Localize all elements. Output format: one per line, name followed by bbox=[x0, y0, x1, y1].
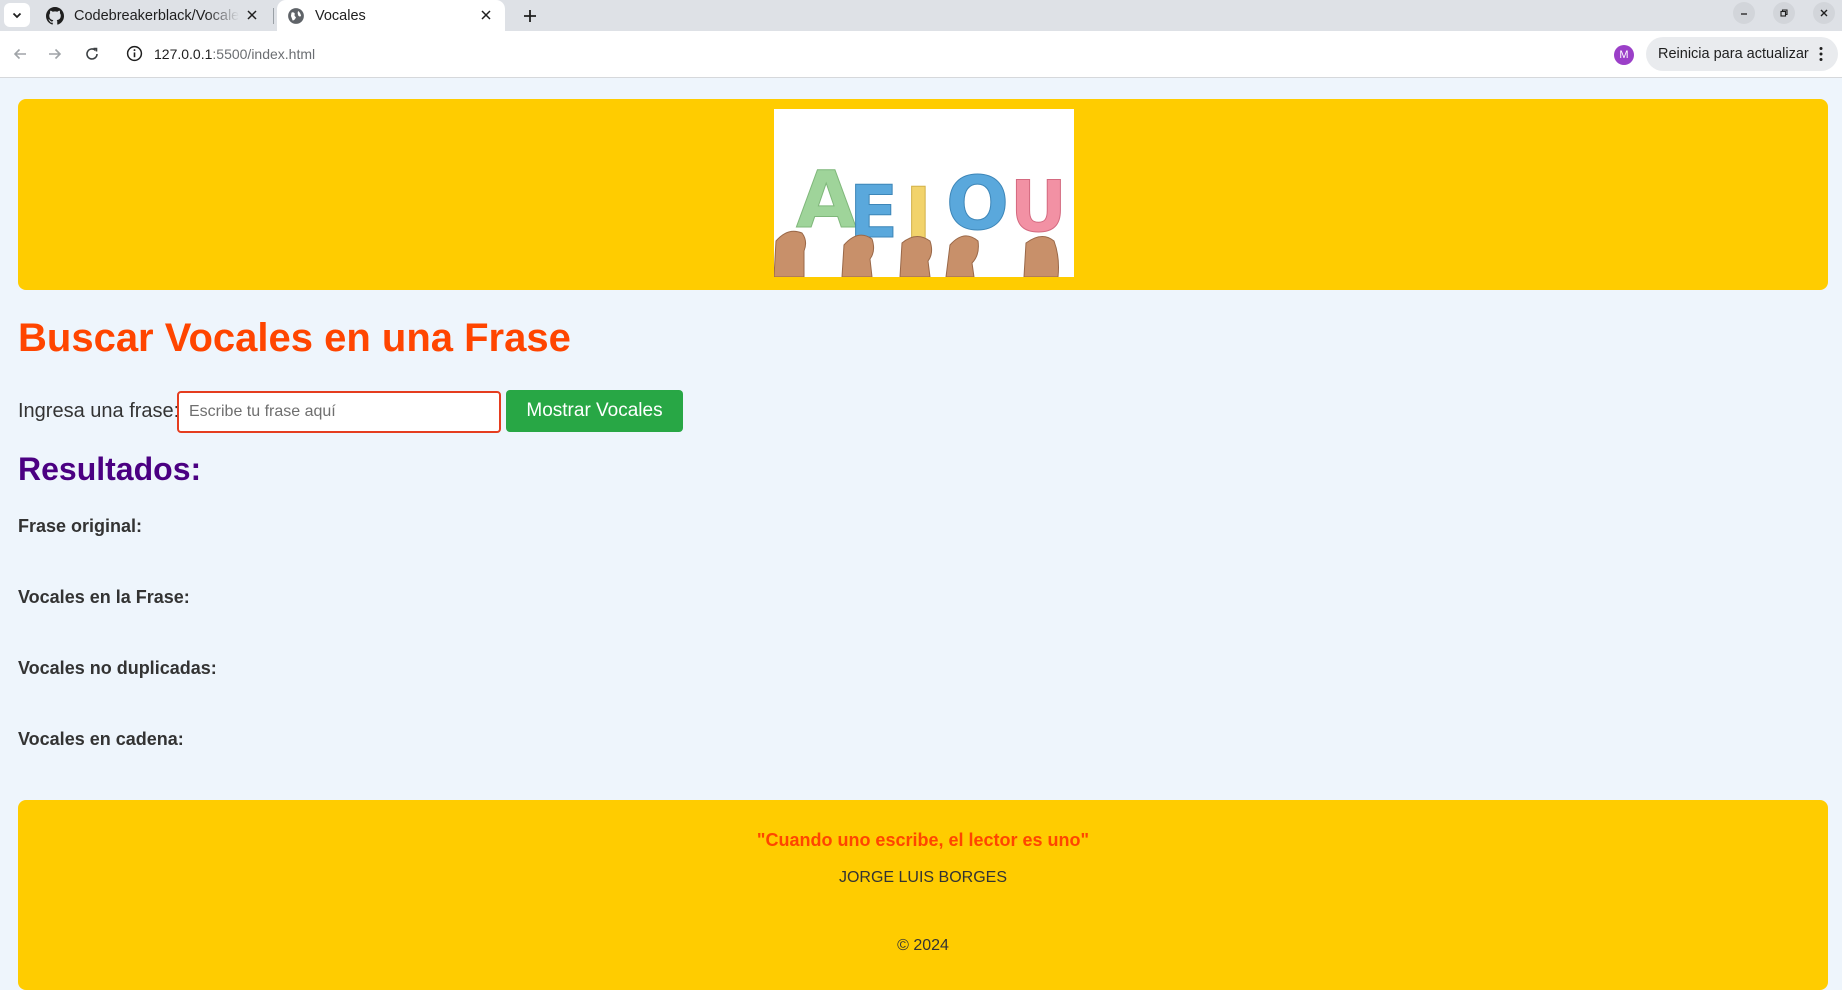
more-vert-icon bbox=[1819, 47, 1823, 61]
original-phrase-label: Frase original: bbox=[18, 516, 143, 536]
footer-author: JORGE LUIS BORGES bbox=[838, 869, 1008, 886]
results-title: Resultados: bbox=[18, 451, 202, 487]
url-text: 127.0.0.1:5500/index.html bbox=[154, 46, 315, 62]
footer-banner: "Cuando uno escribe, el lector es uno" J… bbox=[18, 800, 1828, 990]
globe-icon bbox=[288, 7, 304, 24]
url-host: 127.0.0.1 bbox=[154, 46, 213, 62]
phrase-label: Ingresa una frase: bbox=[18, 400, 180, 422]
github-icon bbox=[46, 6, 64, 25]
reload-button[interactable] bbox=[80, 42, 104, 66]
url-path: :5500/index.html bbox=[212, 46, 316, 62]
footer-quote: "Cuando uno escribe, el lector es uno" bbox=[756, 830, 1090, 850]
unique-vowels-label: Vocales no duplicadas: bbox=[18, 658, 217, 678]
footer-copyright: © 2024 bbox=[897, 937, 949, 954]
info-icon[interactable] bbox=[126, 45, 143, 62]
page-content: A E I O U Buscar Vocales en una Frase In… bbox=[0, 78, 1842, 990]
tab-vocales[interactable]: Vocales bbox=[277, 0, 505, 31]
vowels-string-label: Vocales en cadena: bbox=[18, 729, 184, 749]
reload-icon bbox=[86, 47, 98, 60]
header-banner: A E I O U bbox=[18, 99, 1828, 290]
tab-separator bbox=[273, 8, 274, 24]
arrow-right-icon bbox=[49, 48, 62, 60]
close-icon[interactable] bbox=[477, 6, 495, 24]
tab-title: Vocales bbox=[315, 7, 366, 24]
page-title: Buscar Vocales en una Frase bbox=[18, 316, 571, 360]
show-vowels-button[interactable]: Mostrar Vocales bbox=[506, 390, 683, 432]
chevron-down-icon bbox=[12, 12, 22, 19]
close-icon[interactable] bbox=[243, 6, 261, 24]
letter-u: U bbox=[1010, 166, 1067, 248]
address-bar[interactable]: 127.0.0.1:5500/index.html bbox=[116, 36, 1694, 72]
restore-icon bbox=[1780, 9, 1788, 17]
plus-icon bbox=[524, 10, 536, 22]
close-icon bbox=[1820, 9, 1828, 17]
minimize-button[interactable] bbox=[1733, 2, 1755, 24]
letter-a: A bbox=[796, 156, 856, 246]
browser-tab-strip: Codebreakerblack/Vocales Vocales bbox=[0, 0, 1842, 31]
minimize-icon bbox=[1741, 13, 1747, 15]
profile-avatar[interactable]: M bbox=[1614, 45, 1634, 65]
letter-o: O bbox=[946, 161, 1009, 247]
tab-search-button[interactable] bbox=[4, 3, 30, 27]
window-close-button[interactable] bbox=[1813, 2, 1835, 24]
vowels-in-phrase-label: Vocales en la Frase: bbox=[18, 587, 190, 607]
new-tab-button[interactable] bbox=[517, 3, 543, 29]
arrow-left-icon bbox=[13, 48, 26, 60]
forward-button[interactable] bbox=[43, 42, 67, 66]
back-button[interactable] bbox=[8, 42, 32, 66]
tab-github[interactable]: Codebreakerblack/Vocales bbox=[36, 0, 271, 31]
tab-title: Codebreakerblack/Vocales bbox=[74, 7, 239, 24]
phrase-input[interactable] bbox=[177, 391, 501, 433]
browser-toolbar: 127.0.0.1:5500/index.html M Reinicia par… bbox=[0, 31, 1842, 78]
restore-button[interactable] bbox=[1773, 2, 1795, 24]
update-label: Reinicia para actualizar bbox=[1658, 46, 1809, 62]
update-button[interactable]: Reinicia para actualizar bbox=[1646, 37, 1838, 71]
vowels-image: A E I O U bbox=[773, 109, 1074, 278]
